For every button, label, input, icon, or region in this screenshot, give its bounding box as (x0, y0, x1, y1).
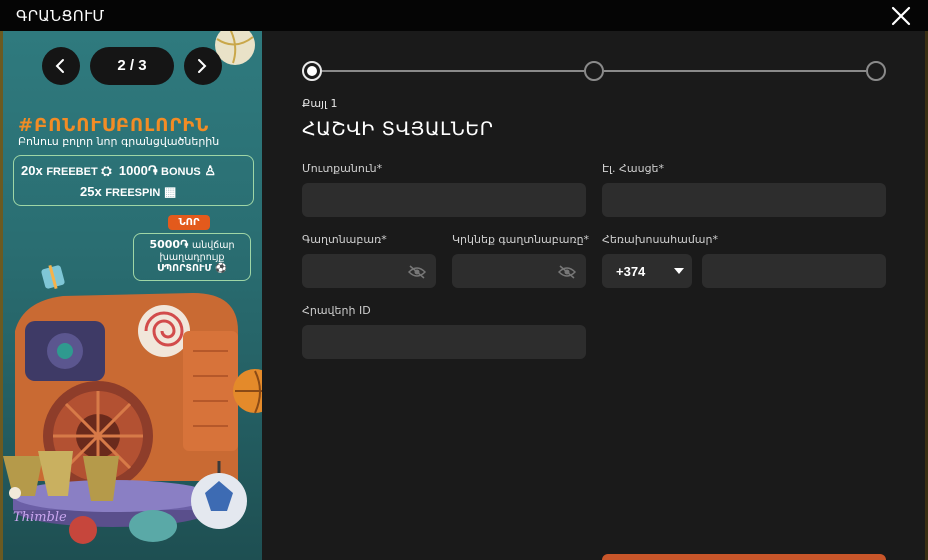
step-1-indicator (302, 61, 322, 81)
password-label: Գաղտնաբառ* (302, 233, 387, 246)
step-2-indicator (584, 61, 604, 81)
chevron-left-icon (55, 59, 64, 73)
close-icon[interactable] (890, 5, 912, 27)
step-label: Քայլ 1 (302, 97, 338, 110)
registration-form: Քայլ 1 ՀԱՇՎԻ ՏՎՅԱԼՆԵՐ Մուտքանուն* Էլ. Հա… (262, 31, 925, 560)
eye-off-icon[interactable] (558, 265, 576, 279)
sport-offer-free: անվճար (192, 240, 235, 251)
username-input[interactable] (302, 183, 586, 217)
section-title: ՀԱՇՎԻ ՏՎՅԱԼՆԵՐ (302, 118, 494, 140)
email-label: Էլ. Հասցե* (602, 162, 665, 175)
promo-banner: Thimble 2 / 3 #ԲՈՆՈՒՍԲՈԼՈՐԻՆ Բոնուս բոլո… (3, 31, 262, 560)
sport-offer-bet: խաղադրույք (159, 252, 225, 263)
title-bar: ԳՐԱՆՑՈՒՄ (0, 0, 928, 31)
stepper-line-2 (604, 70, 866, 72)
step-3-indicator (866, 61, 886, 81)
password-repeat-label: Կրկնեք գաղտնաբառը* (452, 233, 590, 246)
slot-icon: ▦ (163, 184, 177, 199)
pager-indicator: 2 / 3 (90, 47, 174, 85)
eye-off-icon[interactable] (408, 265, 426, 279)
caret-down-icon (674, 268, 684, 274)
offer-line-1: 20x FREEBET ⛭ 1000֏ BONUS ♙ (21, 163, 216, 179)
sport-offer-amount: 5000֏ (149, 238, 189, 251)
pager-next-button[interactable] (184, 47, 222, 85)
sport-offer-line-3: ՍՊՈՐՏՈՒՄ ⚽ (134, 263, 250, 274)
svg-text:Thimble: Thimble (13, 510, 67, 525)
freespin-count: 25x (80, 184, 102, 199)
offer-box: 20x FREEBET ⛭ 1000֏ BONUS ♙ 25x FREESPIN… (13, 155, 254, 206)
bonus-amount: 1000֏ (118, 163, 158, 178)
phone-input[interactable] (702, 254, 886, 288)
phone-label: Հեռախոսահամար* (602, 233, 718, 246)
rocket-icon: ⛭ (101, 163, 112, 178)
invite-id-label: Հրավերի ID (302, 304, 371, 317)
next-button[interactable] (602, 554, 886, 560)
offer-line-2: 25x FREESPIN ▦ (80, 184, 178, 200)
phone-code-select[interactable]: +374 (602, 254, 692, 288)
freebet-count: 20x (21, 163, 43, 178)
promo-subtitle: Բոնուս բոլոր նոր գրանցվածներին (18, 135, 220, 148)
sport-offer-line-1: 5000֏ անվճար (134, 238, 250, 252)
user-icon: ♙ (204, 163, 217, 178)
pager-prev-button[interactable] (42, 47, 80, 85)
sport-offer-box: 5000֏ անվճար խաղադրույք ՍՊՈՐՏՈՒՄ ⚽ (133, 233, 251, 281)
bonus-label: BONUS (161, 166, 201, 178)
username-label: Մուտքանուն* (302, 162, 383, 175)
promo-illustration: Thimble (3, 31, 262, 544)
freespin-label: FREESPIN (105, 187, 161, 199)
invite-id-input[interactable] (302, 325, 586, 359)
email-input[interactable] (602, 183, 886, 217)
stepper-line-1 (322, 70, 584, 72)
soccer-ball-icon: ⚽ (215, 263, 228, 274)
dialog-title: ԳՐԱՆՑՈՒՄ (16, 7, 105, 25)
stepper (302, 61, 886, 81)
new-badge: ՆՈՐ (168, 215, 210, 230)
sport-offer-sport: ՍՊՈՐՏՈՒՄ (156, 263, 212, 274)
promo-hashtag: #ԲՈՆՈՒՍԲՈԼՈՐԻՆ (18, 115, 210, 136)
phone-code-value: +374 (616, 264, 646, 279)
chevron-right-icon (198, 59, 207, 73)
freebet-label: FREEBET (46, 166, 98, 178)
